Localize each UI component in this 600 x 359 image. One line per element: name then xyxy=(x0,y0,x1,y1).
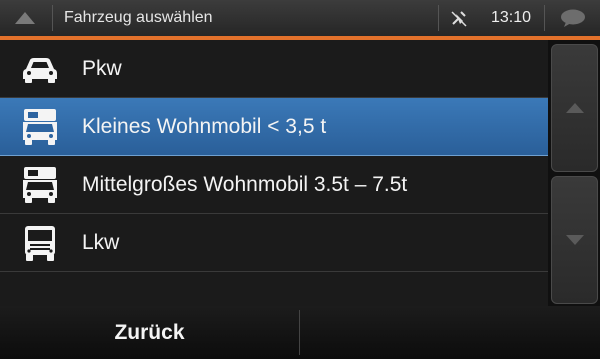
vehicle-label: Lkw xyxy=(82,230,120,254)
messages-button[interactable] xyxy=(546,0,600,36)
gps-status-button[interactable] xyxy=(440,0,478,36)
vehicle-item-medium-camper[interactable]: Mittelgroßes Wohnmobil 3.5t – 7.5t xyxy=(0,156,548,214)
header-divider xyxy=(52,5,53,31)
scroll-down-icon xyxy=(565,235,584,245)
camper-icon xyxy=(20,107,60,147)
scroll-down-button[interactable] xyxy=(551,176,598,304)
vehicle-item-lkw[interactable]: Lkw xyxy=(0,214,548,272)
speech-bubble-icon xyxy=(561,9,585,27)
vehicle-item-small-camper[interactable]: Kleines Wohnmobil < 3,5 t xyxy=(0,98,548,156)
page-title: Fahrzeug auswählen xyxy=(64,9,213,26)
header-bar: Fahrzeug auswählen 13:10 xyxy=(0,0,600,36)
camper-icon xyxy=(20,165,60,205)
satellite-icon xyxy=(451,11,467,27)
clock: 13:10 xyxy=(490,9,532,26)
footer-bar: Zurück xyxy=(0,306,600,359)
menu-up-button[interactable] xyxy=(0,0,50,36)
truck-icon xyxy=(20,223,60,263)
header-divider xyxy=(544,5,545,31)
header-divider xyxy=(438,5,439,31)
scroll-up-button[interactable] xyxy=(551,44,598,172)
vehicle-item-pkw[interactable]: Pkw xyxy=(0,40,548,98)
vehicle-label: Mittelgroßes Wohnmobil 3.5t – 7.5t xyxy=(82,172,408,196)
vehicle-list: Pkw Kleines Wohnmobil < 3,5 t Mittelgroß… xyxy=(0,40,548,306)
car-icon xyxy=(20,49,60,89)
triangle-up-icon xyxy=(15,12,35,24)
vehicle-label: Pkw xyxy=(82,56,122,80)
footer-empty-slot xyxy=(300,306,600,359)
vehicle-label: Kleines Wohnmobil < 3,5 t xyxy=(82,114,327,138)
back-button[interactable]: Zurück xyxy=(0,306,299,359)
scroll-up-icon xyxy=(565,103,584,113)
